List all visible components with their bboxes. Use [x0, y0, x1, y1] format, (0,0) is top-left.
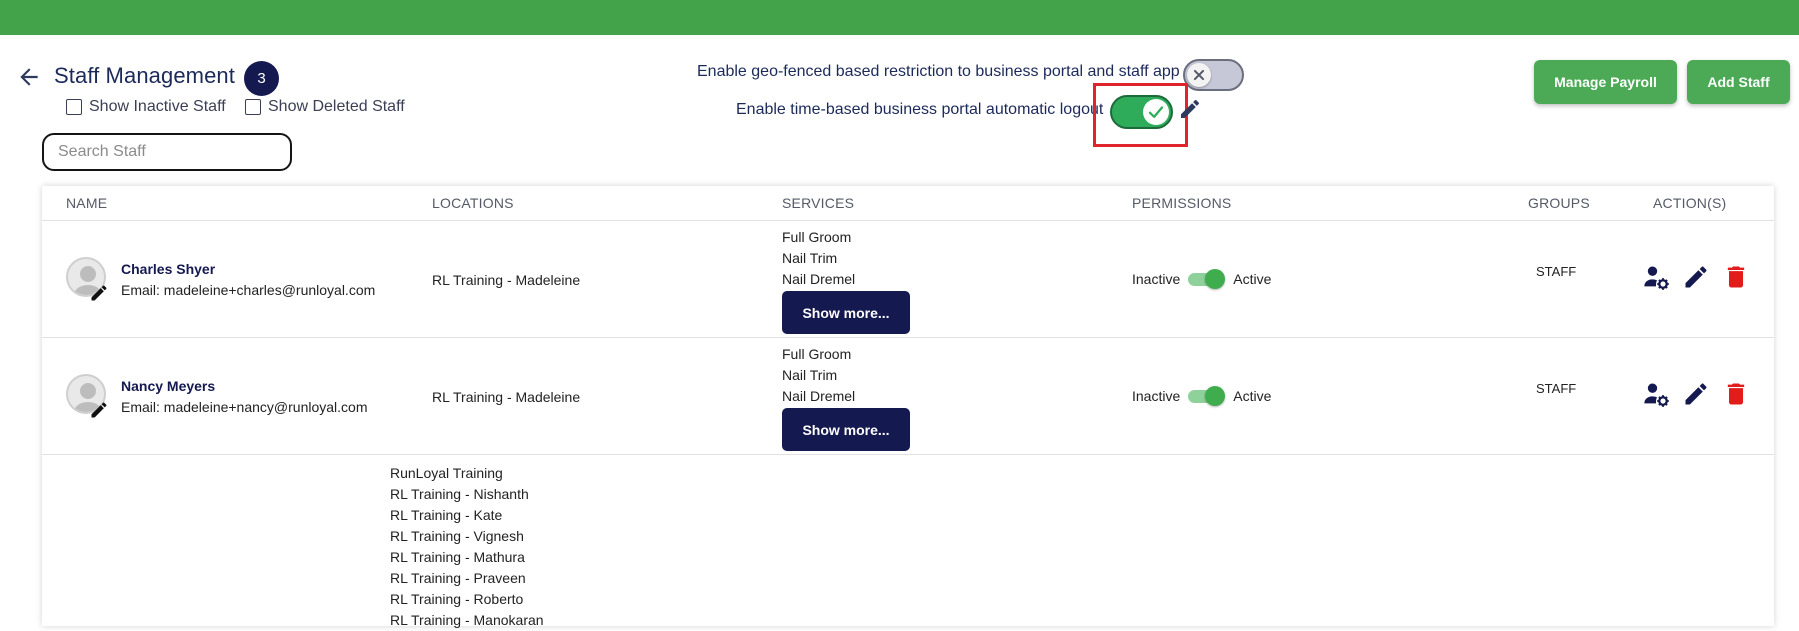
table-header: NAME LOCATIONS SERVICES PERMISSIONS GROU… — [42, 186, 1774, 221]
time-logout-toggle[interactable] — [1110, 95, 1173, 129]
active-label: Active — [1233, 388, 1272, 404]
top-app-bar — [0, 0, 1799, 35]
page-title: Staff Management — [54, 63, 235, 88]
edit-logout-pencil-icon[interactable] — [1178, 97, 1202, 121]
service-item: Nail Trim — [782, 250, 838, 266]
service-item: Nail Dremel — [782, 271, 856, 287]
geo-fence-label: Enable geo-fenced based restriction to b… — [697, 63, 1180, 80]
service-item: Nail Trim — [782, 367, 838, 383]
inactive-label: Inactive — [1132, 271, 1181, 287]
table-row: Charles Shyer Email: madeleine+charles@r… — [42, 221, 1774, 338]
add-staff-button[interactable]: Add Staff — [1687, 60, 1790, 104]
column-header-name: NAME — [66, 195, 108, 211]
show-deleted-label: Show Deleted Staff — [268, 98, 405, 115]
close-icon — [1193, 69, 1205, 81]
service-item: Full Groom — [782, 346, 852, 362]
checkbox-deleted[interactable] — [245, 99, 261, 115]
staff-email: Email: madeleine+charles@runloyal.com — [121, 282, 376, 298]
location-item: RL Training - Manokaran — [390, 612, 544, 628]
location-item: RL Training - Roberto — [390, 591, 524, 607]
location-item: RL Training - Vignesh — [390, 528, 524, 544]
back-arrow-icon[interactable] — [16, 64, 42, 90]
staff-name[interactable]: Charles Shyer — [121, 261, 215, 277]
location-item: RL Training - Nishanth — [390, 486, 529, 502]
location-item: RL Training - Mathura — [390, 549, 525, 565]
services-list: Full Groom Nail Trim Nail Dremel — [782, 227, 855, 290]
active-label: Active — [1233, 271, 1272, 287]
staff-name[interactable]: Nancy Meyers — [121, 378, 215, 394]
toggle-knob — [1143, 99, 1169, 125]
trash-icon[interactable] — [1722, 380, 1750, 408]
third-row-locations: RunLoyal Training RL Training - Nishanth… — [390, 463, 544, 631]
inactive-label: Inactive — [1132, 388, 1181, 404]
toggle-thumb — [1205, 269, 1226, 289]
staff-email: Email: madeleine+nancy@runloyal.com — [121, 399, 368, 415]
user-settings-icon[interactable] — [1642, 263, 1670, 291]
show-inactive-label: Show Inactive Staff — [89, 98, 226, 115]
checkbox-inactive[interactable] — [66, 99, 82, 115]
show-inactive-staff-checkbox[interactable]: Show Inactive Staff — [66, 98, 226, 116]
location-item: RL Training - Praveen — [390, 570, 526, 586]
staff-table: NAME LOCATIONS SERVICES PERMISSIONS GROU… — [42, 186, 1774, 626]
column-header-actions: ACTION(S) — [1653, 195, 1727, 211]
column-header-groups: GROUPS — [1528, 195, 1590, 211]
permission-toggle-group: Inactive Active — [1132, 269, 1271, 289]
service-item: Full Groom — [782, 229, 852, 245]
check-icon — [1148, 106, 1164, 118]
staff-location: RL Training - Madeleine — [432, 272, 581, 288]
toggle-knob — [1187, 63, 1211, 87]
geo-fence-toggle[interactable] — [1183, 59, 1244, 91]
search-staff-input[interactable] — [42, 133, 292, 171]
edit-pencil-icon[interactable] — [1682, 263, 1710, 291]
time-logout-label: Enable time-based business portal automa… — [736, 101, 1104, 118]
location-item: RunLoyal Training — [390, 465, 503, 481]
staff-group: STAFF — [1536, 381, 1577, 396]
active-toggle[interactable] — [1188, 386, 1226, 406]
toggle-thumb — [1205, 386, 1226, 406]
column-header-permissions: PERMISSIONS — [1132, 195, 1232, 211]
column-header-locations: LOCATIONS — [432, 195, 514, 211]
avatar-edit-icon[interactable] — [89, 283, 109, 303]
service-item: Nail Dremel — [782, 388, 856, 404]
table-row: Nancy Meyers Email: madeleine+nancy@runl… — [42, 338, 1774, 455]
manage-payroll-button[interactable]: Manage Payroll — [1534, 60, 1677, 104]
location-item: RL Training - Kate — [390, 507, 503, 523]
column-header-services: SERVICES — [782, 195, 855, 211]
staff-count-badge: 3 — [244, 61, 279, 96]
user-settings-icon[interactable] — [1642, 380, 1670, 408]
services-list: Full Groom Nail Trim Nail Dremel — [782, 344, 855, 407]
edit-pencil-icon[interactable] — [1682, 380, 1710, 408]
permission-toggle-group: Inactive Active — [1132, 386, 1271, 406]
show-more-button[interactable]: Show more... — [782, 408, 910, 451]
show-more-button[interactable]: Show more... — [782, 291, 910, 334]
trash-icon[interactable] — [1722, 263, 1750, 291]
show-deleted-staff-checkbox[interactable]: Show Deleted Staff — [245, 98, 405, 116]
active-toggle[interactable] — [1188, 269, 1226, 289]
staff-location: RL Training - Madeleine — [432, 389, 581, 405]
avatar-edit-icon[interactable] — [89, 400, 109, 420]
staff-group: STAFF — [1536, 264, 1577, 279]
